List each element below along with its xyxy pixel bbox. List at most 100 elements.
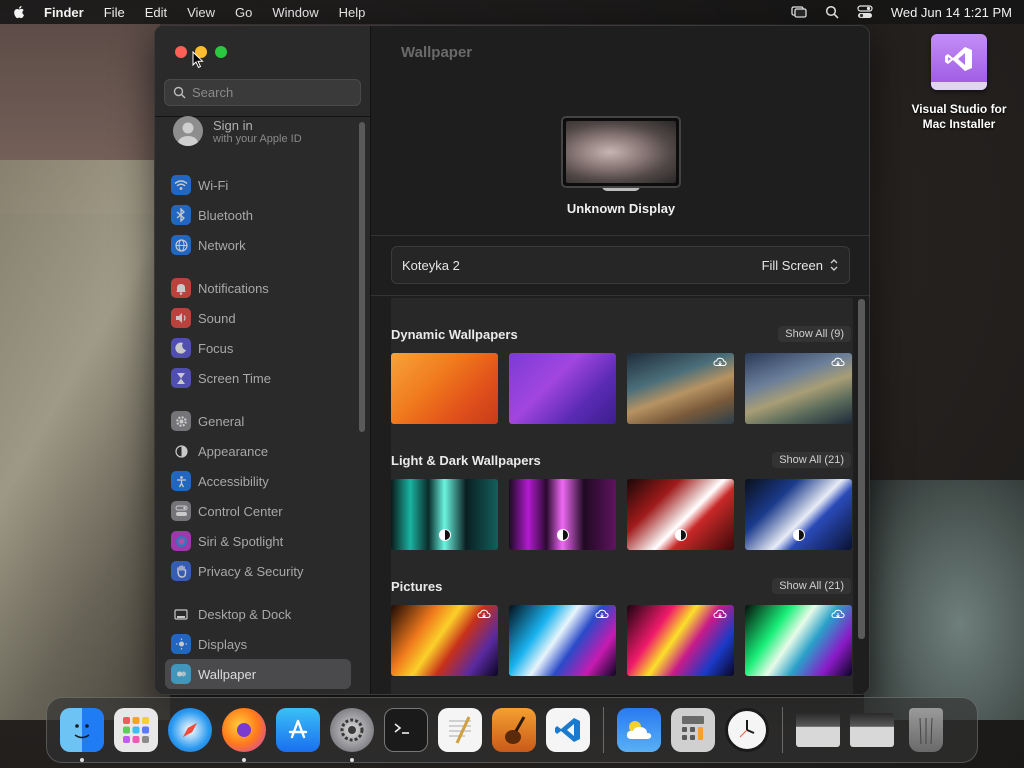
running-indicator — [80, 758, 84, 762]
hourglass-icon — [171, 368, 191, 388]
sidebar-item-siri-spotlight[interactable]: Siri & Spotlight — [165, 526, 351, 556]
apple-icon[interactable] — [12, 5, 26, 19]
wallpaper-thumb-catalina-island[interactable] — [745, 353, 852, 424]
show-all-button[interactable]: Show All (21) — [772, 578, 851, 594]
visual-studio-icon — [931, 34, 987, 90]
wallpaper-thumb-blue-waves[interactable] — [745, 479, 852, 550]
sidebar-item-label: Focus — [198, 340, 234, 356]
wallpaper-thumb-swirl-orange[interactable] — [391, 605, 498, 676]
sidebar-item-wi-fi[interactable]: Wi-Fi — [165, 170, 351, 200]
sidebar-item-wallpaper[interactable]: Wallpaper — [165, 659, 351, 689]
sidebar-item-desktop-dock[interactable]: Desktop & Dock — [165, 599, 351, 629]
sidebar-item-label: Appearance — [198, 443, 269, 459]
light-dark-mode-icon — [439, 529, 451, 541]
wallpaper-thumb-monterey-purple[interactable] — [509, 353, 616, 424]
sidebar-item-network[interactable]: Network — [165, 230, 351, 260]
wallpaper-thumb-swirl-pink[interactable] — [627, 605, 734, 676]
wallpaper-thumb-red-waves[interactable] — [627, 479, 734, 550]
dock-clock[interactable] — [724, 707, 770, 753]
apple-id-subtitle: with your Apple ID — [213, 132, 302, 145]
cloud-download-icon — [831, 609, 845, 618]
sidebar-item-appearance[interactable]: Appearance — [165, 436, 351, 466]
weather-icon — [617, 708, 661, 752]
system-settings-window: Sign in with your Apple ID Wi-Fi Bluetoot… — [154, 25, 870, 695]
desktop-item-vs-installer[interactable]: Visual Studio for Mac Installer — [904, 34, 1014, 132]
apple-id-signin[interactable]: Sign in with your Apple ID — [173, 116, 302, 146]
dock-textedit[interactable] — [437, 707, 483, 753]
control-center-icon[interactable] — [857, 5, 873, 19]
menu-edit[interactable]: Edit — [145, 5, 167, 20]
display-name: Unknown Display — [566, 201, 676, 216]
dock-vscode[interactable] — [545, 707, 591, 753]
menu-file[interactable]: File — [104, 5, 125, 20]
dock-safari[interactable] — [167, 707, 213, 753]
menu-bar: Finder File Edit View Go Window Help Wed… — [0, 0, 1024, 24]
dock-terminal[interactable] — [383, 707, 429, 753]
trash-icon — [909, 708, 943, 752]
sidebar-item-label: Screen Time — [198, 370, 271, 386]
sidebar-item-notifications[interactable]: Notifications — [165, 273, 351, 303]
sidebar-item-displays[interactable]: Displays — [165, 629, 351, 659]
globe-icon — [171, 235, 191, 255]
dock-recent-window-2[interactable] — [849, 707, 895, 753]
app-store-icon — [276, 708, 320, 752]
spotlight-search-icon[interactable] — [825, 5, 839, 19]
moon-icon — [171, 338, 191, 358]
wallpaper-thumb-ventura-orange[interactable] — [391, 353, 498, 424]
menu-help[interactable]: Help — [339, 5, 366, 20]
dock-calculator[interactable] — [670, 707, 716, 753]
wallpaper-thumb-catalina-coast[interactable] — [627, 353, 734, 424]
display-wallpaper-preview — [566, 121, 676, 183]
sidebar-group-spacer — [165, 393, 351, 406]
light-dark-mode-icon — [675, 529, 687, 541]
dock-system-settings[interactable] — [329, 707, 375, 762]
sidebar-scrollbar[interactable] — [359, 122, 365, 432]
screen-mirroring-icon[interactable] — [791, 5, 807, 19]
wallpaper-thumb-swirl-blue[interactable] — [509, 605, 616, 676]
dock-separator — [782, 707, 783, 753]
menu-go[interactable]: Go — [235, 5, 252, 20]
sidebar-item-label: Notifications — [198, 280, 269, 296]
dock-app-store[interactable] — [275, 707, 321, 753]
sidebar-item-bluetooth[interactable]: Bluetooth — [165, 200, 351, 230]
dock-separator — [603, 707, 604, 753]
sidebar-item-control-center[interactable]: Control Center — [165, 496, 351, 526]
sidebar-item-privacy-security[interactable]: Privacy & Security — [165, 556, 351, 586]
sidebar-item-general[interactable]: General — [165, 406, 351, 436]
menu-view[interactable]: View — [187, 5, 215, 20]
sidebar-item-sound[interactable]: Sound — [165, 303, 351, 333]
wallpaper-thumb-macbook-purple[interactable] — [509, 479, 616, 550]
running-indicator — [242, 758, 246, 762]
sidebar-item-focus[interactable]: Focus — [165, 333, 351, 363]
sidebar-item-label: Siri & Spotlight — [198, 533, 284, 549]
menu-window[interactable]: Window — [272, 5, 318, 20]
search-input[interactable] — [192, 85, 352, 100]
sidebar-item-accessibility[interactable]: Accessibility — [165, 466, 351, 496]
fit-mode-select[interactable]: Fill Screen — [762, 258, 839, 273]
section-header: Light & Dark Wallpapers Show All (21) — [391, 450, 853, 470]
show-all-button[interactable]: Show All (21) — [772, 452, 851, 468]
display-preview: Unknown Display — [371, 106, 869, 216]
wallpaper-thumb-swirl-green[interactable] — [745, 605, 852, 676]
zoom-button[interactable] — [215, 46, 227, 58]
gallery-scrollbar[interactable] — [858, 299, 865, 639]
desktop-label-line-2: Mac Installer — [922, 117, 996, 131]
show-all-button[interactable]: Show All (9) — [778, 326, 851, 342]
wallpaper-thumb-macbook-green[interactable] — [391, 479, 498, 550]
close-button[interactable] — [175, 46, 187, 58]
sidebar-item-screen-time[interactable]: Screen Time — [165, 363, 351, 393]
menu-app-name[interactable]: Finder — [44, 5, 84, 20]
dock-weather[interactable] — [616, 707, 662, 753]
dock-garageband[interactable] — [491, 707, 537, 753]
menu-clock[interactable]: Wed Jun 14 1:21 PM — [891, 5, 1012, 20]
dock-finder[interactable] — [59, 707, 105, 762]
dock-recent-window-1[interactable] — [795, 707, 841, 753]
desktop-wallpaper-floor — [0, 160, 170, 720]
section-dynamic-wallpapers: Dynamic Wallpapers Show All (9) — [391, 324, 853, 424]
calculator-icon — [671, 708, 715, 752]
search-field[interactable] — [164, 79, 361, 106]
dock-firefox[interactable] — [221, 707, 267, 762]
dock-launchpad[interactable] — [113, 707, 159, 753]
terminal-icon — [384, 708, 428, 752]
dock-trash[interactable] — [903, 707, 949, 753]
